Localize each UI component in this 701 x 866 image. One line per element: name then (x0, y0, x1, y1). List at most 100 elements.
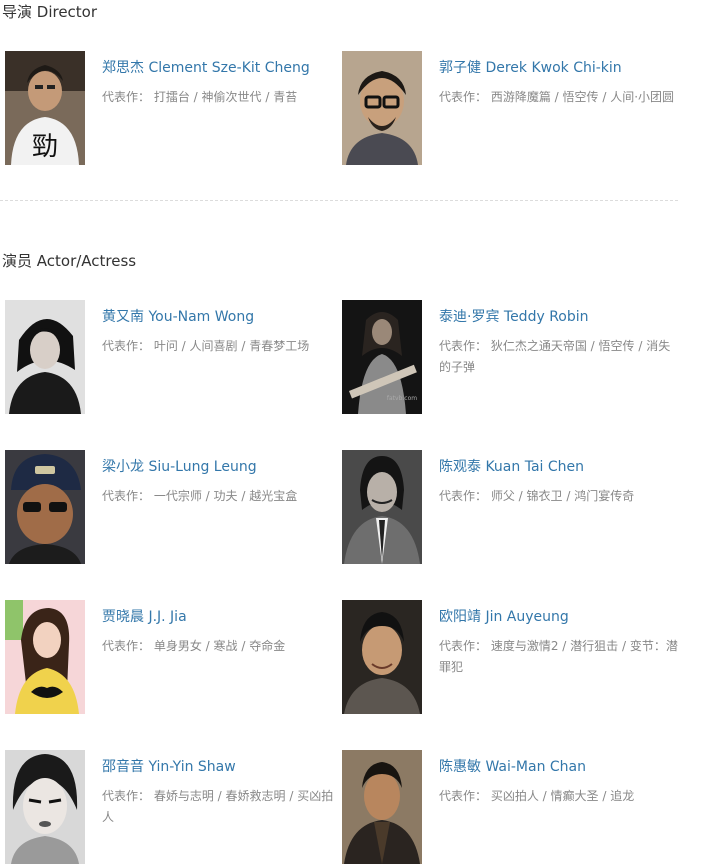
work-link[interactable]: 锦衣卫 (527, 489, 563, 503)
person-name-link[interactable]: 泰迪·罗宾 Teddy Robin (439, 306, 589, 326)
actor-card: 邵音音 Yin-Yin Shaw 代表作： 春娇与志明 / 春娇救志明 / 买凶… (5, 750, 341, 866)
actor-card: 欧阳靖 Jin Auyeung 代表作： 速度与激情2 / 潜行狙击 / 变节：… (342, 600, 678, 716)
work-link[interactable]: 悟空传 (563, 90, 599, 104)
representative-works: 代表作： 打擂台 / 神偷次世代 / 青苔 (102, 87, 342, 108)
actor-card: 黄又南 You-Nam Wong 代表作： 叶问 / 人间喜剧 / 青春梦工场 (5, 300, 341, 416)
work-link[interactable]: 一代宗师 (154, 489, 202, 503)
representative-works: 代表作： 狄仁杰之通天帝国 / 悟空传 / 消失的子弹 (439, 336, 679, 378)
person-name-link[interactable]: 欧阳靖 Jin Auyeung (439, 606, 569, 626)
works-label: 代表作： (102, 90, 151, 104)
works-separator: / (201, 639, 214, 653)
work-link[interactable]: 春娇救志明 (226, 789, 286, 803)
work-link[interactable]: 寒战 (214, 639, 238, 653)
works-label: 代表作： (102, 489, 151, 503)
works-label: 代表作： (102, 639, 151, 653)
person-name-link[interactable]: 邵音音 Yin-Yin Shaw (102, 756, 236, 776)
works-separator: / (634, 339, 647, 353)
person-name-link[interactable]: 陈观泰 Kuan Tai Chen (439, 456, 584, 476)
actor-photo[interactable] (5, 600, 85, 714)
work-link[interactable]: 西游降魔篇 (491, 90, 551, 104)
work-link[interactable]: 追龙 (610, 789, 634, 803)
director-card: 勁 郑思杰 Clement Sze-Kit Cheng 代表作： 打擂台 / 神… (5, 51, 341, 167)
work-link[interactable]: 鸿门宴传奇 (574, 489, 634, 503)
works-label: 代表作： (439, 789, 488, 803)
work-link[interactable]: 叶问 (154, 339, 178, 353)
work-link[interactable]: 人间喜剧 (190, 339, 238, 353)
work-link[interactable]: 打擂台 (154, 90, 190, 104)
work-link[interactable]: 神偷次世代 (202, 90, 262, 104)
actor-card: 梁小龙 Siu-Lung Leung 代表作： 一代宗师 / 功夫 / 越光宝盒 (5, 450, 341, 566)
works-separator: / (618, 639, 630, 653)
works-separator: / (285, 789, 298, 803)
works-label: 代表作： (102, 339, 151, 353)
person-name-link[interactable]: 郭子健 Derek Kwok Chi-kin (439, 57, 622, 77)
works-separator: / (261, 90, 274, 104)
work-link[interactable]: 狄仁杰之通天帝国 (491, 339, 587, 353)
works-separator: / (514, 489, 527, 503)
works-separator: / (558, 639, 571, 653)
actor-card: 陈观泰 Kuan Tai Chen 代表作： 师父 / 锦衣卫 / 鸿门宴传奇 (342, 450, 678, 566)
director-photo[interactable] (342, 51, 422, 165)
work-link[interactable]: 情癫大圣 (551, 789, 599, 803)
works-label: 代表作： (439, 90, 488, 104)
work-link[interactable]: 悟空传 (599, 339, 635, 353)
works-label: 代表作： (102, 789, 151, 803)
director-card: 郭子健 Derek Kwok Chi-kin 代表作： 西游降魔篇 / 悟空传 … (342, 51, 678, 167)
representative-works: 代表作： 师父 / 锦衣卫 / 鸿门宴传奇 (439, 486, 679, 507)
work-link[interactable]: 单身男女 (154, 639, 202, 653)
work-link[interactable]: 越光宝盒 (249, 489, 297, 503)
work-link[interactable]: 春娇与志明 (154, 789, 214, 803)
work-link[interactable]: 功夫 (214, 489, 238, 503)
person-name-link[interactable]: 陈惠敏 Wai-Man Chan (439, 756, 586, 776)
actor-section-title: 演员 Actor/Actress (2, 252, 137, 270)
works-separator: / (237, 489, 250, 503)
works-separator: / (237, 639, 250, 653)
work-link[interactable]: 人间·小团圆 (610, 90, 674, 104)
actor-card: 贾晓晨 J.J. Jia 代表作： 单身男女 / 寒战 / 夺命金 (5, 600, 341, 716)
work-link[interactable]: 潜行狙击 (570, 639, 618, 653)
section-divider (0, 200, 678, 201)
work-link[interactable]: 师父 (491, 489, 515, 503)
svg-text:fatvb.com: fatvb.com (387, 395, 417, 402)
works-label: 代表作： (439, 339, 488, 353)
works-separator: / (201, 489, 214, 503)
works-separator: / (189, 90, 202, 104)
director-section-title: 导演 Director (2, 3, 98, 21)
actor-photo[interactable] (5, 450, 85, 564)
representative-works: 代表作： 一代宗师 / 功夫 / 越光宝盒 (102, 486, 342, 507)
person-name-link[interactable]: 黄又南 You-Nam Wong (102, 306, 254, 326)
works-separator: / (237, 339, 250, 353)
representative-works: 代表作： 速度与激情2 / 潜行狙击 / 变节：潜罪犯 (439, 636, 679, 678)
works-label: 代表作： (439, 489, 488, 503)
actor-card: 陈惠敏 Wai-Man Chan 代表作： 买凶拍人 / 情癫大圣 / 追龙 (342, 750, 678, 866)
actor-photo[interactable]: fatvb.com (342, 300, 422, 414)
works-separator: / (598, 789, 611, 803)
actor-photo[interactable] (5, 750, 85, 864)
work-link[interactable]: 青苔 (273, 90, 297, 104)
work-link[interactable]: 买凶拍人 (491, 789, 539, 803)
actor-photo[interactable] (342, 450, 422, 564)
works-separator: / (598, 90, 611, 104)
representative-works: 代表作： 叶问 / 人间喜剧 / 青春梦工场 (102, 336, 342, 357)
director-photo[interactable]: 勁 (5, 51, 85, 165)
representative-works: 代表作： 西游降魔篇 / 悟空传 / 人间·小团圆 (439, 87, 679, 108)
works-separator: / (586, 339, 599, 353)
actor-photo[interactable] (342, 600, 422, 714)
works-label: 代表作： (439, 639, 488, 653)
actor-photo[interactable] (342, 750, 422, 864)
person-name-link[interactable]: 贾晓晨 J.J. Jia (102, 606, 187, 626)
representative-works: 代表作： 春娇与志明 / 春娇救志明 / 买凶拍人 (102, 786, 342, 828)
works-separator: / (177, 339, 190, 353)
works-separator: / (213, 789, 226, 803)
person-name-link[interactable]: 郑思杰 Clement Sze-Kit Cheng (102, 57, 310, 77)
svg-text:勁: 勁 (32, 132, 58, 162)
works-separator: / (550, 90, 563, 104)
person-name-link[interactable]: 梁小龙 Siu-Lung Leung (102, 456, 257, 476)
work-link[interactable]: 夺命金 (249, 639, 285, 653)
works-separator: / (562, 489, 575, 503)
work-link[interactable]: 青春梦工场 (249, 339, 309, 353)
actor-photo[interactable] (5, 300, 85, 414)
work-link[interactable]: 速度与激情2 (491, 639, 559, 653)
works-separator: / (538, 789, 551, 803)
representative-works: 代表作： 买凶拍人 / 情癫大圣 / 追龙 (439, 786, 679, 807)
